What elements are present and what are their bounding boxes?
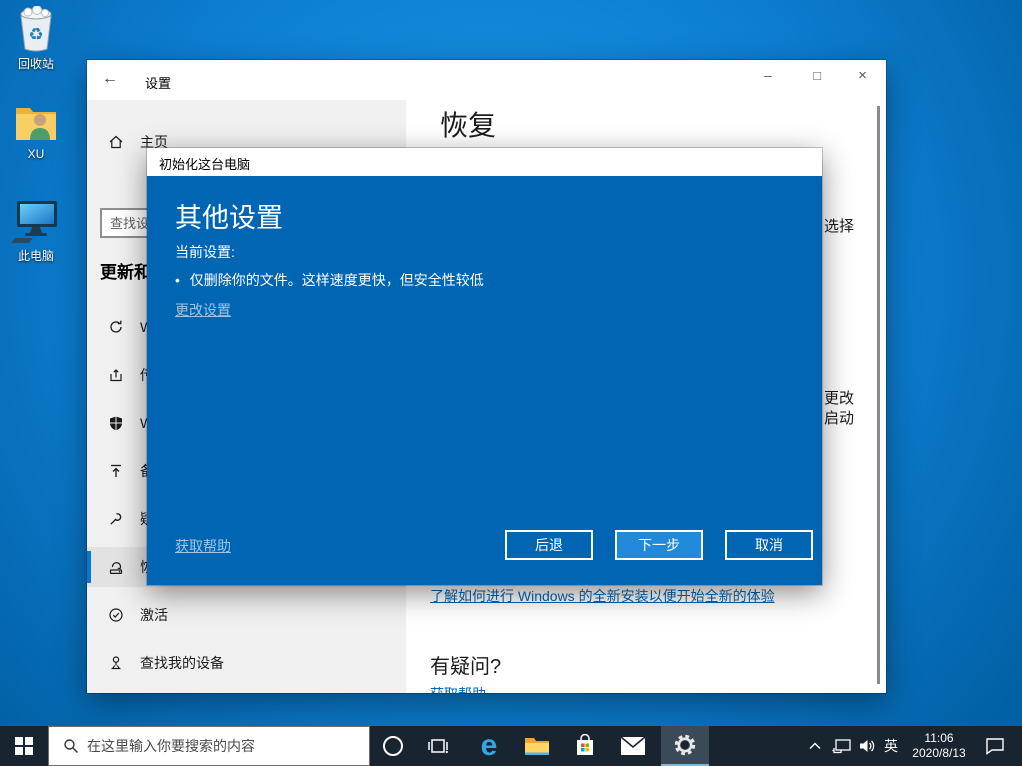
next-button[interactable]: 下一步 bbox=[615, 530, 703, 560]
network-icon bbox=[832, 739, 851, 754]
wrench-icon bbox=[110, 513, 122, 525]
ime-indicator[interactable]: 英 bbox=[878, 726, 904, 766]
location-pin-icon bbox=[111, 656, 121, 670]
current-settings-label: 当前设置: bbox=[175, 244, 235, 260]
dialog-body: 其他设置 当前设置: • 仅删除你的文件。这样速度更快，但安全性较低 更改设置 … bbox=[147, 176, 822, 585]
home-icon bbox=[109, 135, 123, 149]
taskbar-search[interactable] bbox=[48, 726, 370, 766]
taskbar: e bbox=[0, 726, 1022, 766]
computer-icon bbox=[11, 201, 57, 243]
close-button[interactable]: × bbox=[839, 60, 886, 92]
desktop-icon-label: XU bbox=[27, 147, 45, 161]
dialog-title: 初始化这台电脑 bbox=[159, 157, 251, 172]
start-button[interactable] bbox=[0, 726, 48, 766]
speaker-icon bbox=[860, 740, 875, 752]
scrollbar[interactable] bbox=[877, 106, 880, 684]
gear-icon bbox=[674, 734, 696, 756]
check-circle-icon bbox=[109, 608, 123, 622]
change-settings-link[interactable]: 更改设置 bbox=[175, 300, 231, 320]
svg-text:♻: ♻ bbox=[28, 25, 43, 45]
edge-icon: e bbox=[480, 729, 498, 762]
clock[interactable]: 11:06 2020/8/13 bbox=[904, 726, 974, 766]
action-center-icon bbox=[986, 738, 1004, 755]
clipped-text: 启动 bbox=[824, 410, 855, 427]
network-button[interactable] bbox=[828, 726, 856, 766]
task-view-icon bbox=[428, 739, 448, 754]
back-button[interactable]: 后退 bbox=[505, 530, 593, 560]
bullet-text: 仅删除你的文件。这样速度更快，但安全性较低 bbox=[189, 272, 484, 288]
task-view-button[interactable] bbox=[414, 726, 462, 766]
bullet-glyph: • bbox=[175, 272, 180, 288]
desktop-icon-this-pc[interactable]: 此电脑 bbox=[4, 198, 68, 264]
cortana-button[interactable] bbox=[372, 726, 414, 766]
question-heading: 有疑问? bbox=[430, 656, 502, 678]
action-center-button[interactable] bbox=[978, 726, 1012, 766]
store-button[interactable] bbox=[561, 726, 609, 766]
reset-pc-dialog: 初始化这台电脑 其他设置 当前设置: • 仅删除你的文件。这样速度更快，但安全性… bbox=[147, 148, 822, 585]
desktop: ♻ 回收站 XU 此电脑 ← 设置 – □ × 主页 查找设置 更新和安全 激活… bbox=[0, 0, 1022, 766]
clipped-text: 更改 bbox=[824, 390, 855, 407]
search-icon bbox=[64, 739, 78, 753]
file-explorer-button[interactable] bbox=[513, 726, 561, 766]
edge-button[interactable]: e bbox=[465, 726, 513, 766]
sidebar-item-find-my-device[interactable]: 查找我的设备 bbox=[87, 643, 406, 683]
shield-icon bbox=[110, 416, 122, 431]
tray-date: 2020/8/13 bbox=[912, 746, 966, 760]
settings-taskbar-button[interactable] bbox=[661, 726, 709, 766]
dialog-titlebar: 初始化这台电脑 bbox=[147, 148, 822, 176]
clipped-text: 选择 bbox=[824, 218, 855, 235]
recycle-bin-icon: ♻ bbox=[20, 6, 52, 52]
maximize-button[interactable]: □ bbox=[794, 60, 840, 92]
windows-logo-icon bbox=[15, 737, 33, 755]
recovery-icon bbox=[109, 562, 123, 575]
desktop-icon-recycle-bin[interactable]: ♻ 回收站 bbox=[4, 6, 68, 72]
back-button[interactable]: ← bbox=[99, 70, 121, 90]
chevron-up-icon bbox=[809, 742, 821, 749]
desktop-icon-xu-folder[interactable]: XU bbox=[4, 100, 68, 161]
minimize-button[interactable]: – bbox=[745, 60, 791, 92]
user-folder-icon bbox=[16, 108, 56, 140]
folder-icon bbox=[525, 738, 549, 755]
backup-icon bbox=[111, 464, 121, 477]
delivery-optimization-icon bbox=[110, 369, 122, 382]
store-icon bbox=[577, 734, 593, 755]
show-hidden-icons-button[interactable] bbox=[802, 726, 828, 766]
taskbar-search-input[interactable] bbox=[87, 738, 369, 754]
update-icon bbox=[110, 320, 122, 333]
volume-button[interactable] bbox=[854, 726, 880, 766]
sidebar-item-developer-options[interactable]: 开发者选项 bbox=[87, 691, 406, 693]
sidebar-item-activation[interactable]: 激活 bbox=[87, 595, 406, 635]
desktop-icon-label: 此电脑 bbox=[17, 249, 54, 263]
cancel-button[interactable]: 取消 bbox=[725, 530, 813, 560]
cortana-icon bbox=[383, 736, 403, 756]
dialog-heading: 其他设置 bbox=[175, 203, 283, 233]
fresh-start-link[interactable]: 了解如何进行 Windows 的全新安装以便开始全新的体验 bbox=[430, 586, 775, 606]
window-title: 设置 bbox=[145, 76, 172, 91]
mail-icon bbox=[620, 736, 646, 755]
tray-time: 11:06 bbox=[924, 731, 954, 745]
dialog-get-help-link[interactable]: 获取帮助 bbox=[175, 536, 231, 556]
mail-button[interactable] bbox=[609, 726, 657, 766]
bullet-item: • 仅删除你的文件。这样速度更快，但安全性较低 bbox=[175, 270, 484, 290]
desktop-icon-label: 回收站 bbox=[17, 57, 54, 71]
get-help-link[interactable]: 获取帮助 bbox=[430, 684, 486, 693]
page-title: 恢复 bbox=[440, 110, 497, 141]
